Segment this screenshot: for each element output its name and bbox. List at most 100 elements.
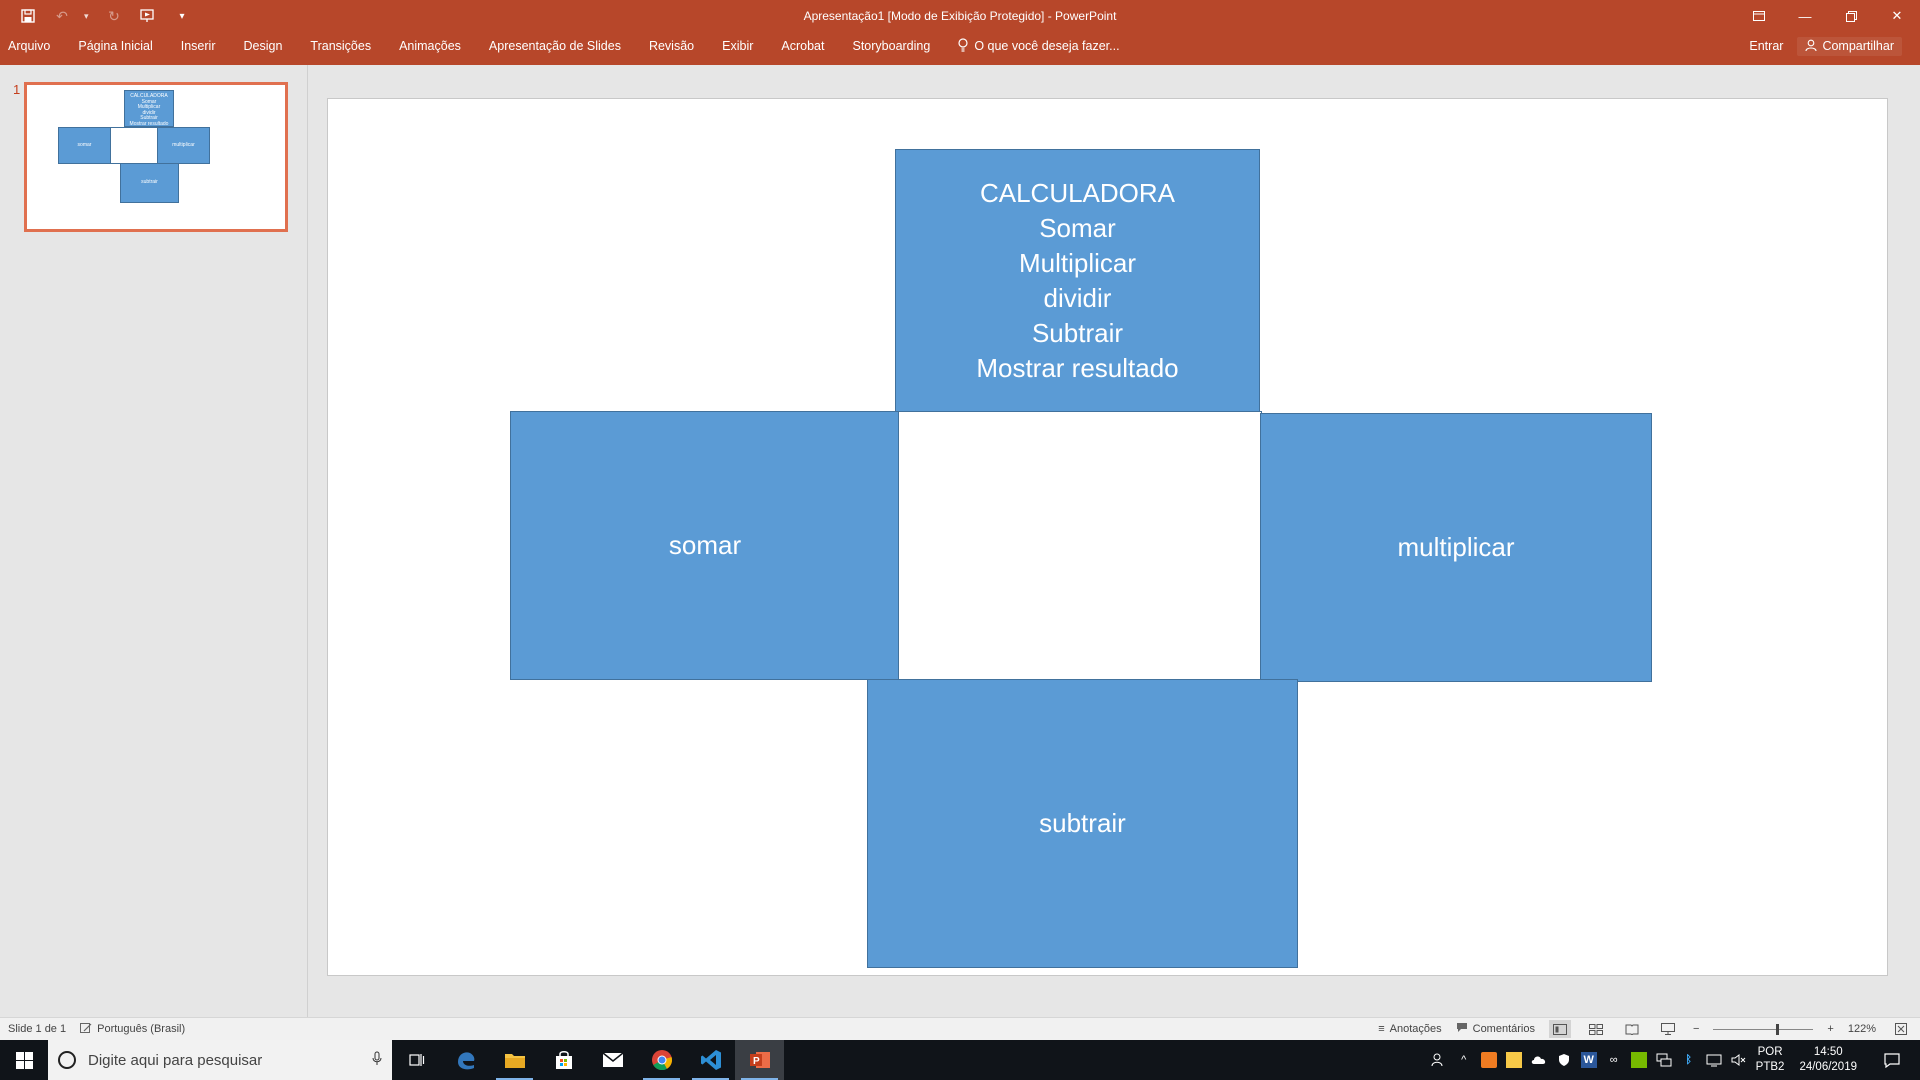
slide-counter: Slide 1 de 1	[8, 1023, 67, 1035]
tab-arquivo[interactable]: Arquivo	[0, 32, 64, 60]
slide-canvas[interactable]: CALCULADORA Somar Multiplicar dividir Su…	[327, 98, 1888, 976]
word-icon[interactable]: W	[1580, 1052, 1597, 1068]
thumbnail-center-box	[110, 127, 158, 164]
onedrive-icon[interactable]	[1531, 1052, 1547, 1068]
zoom-thumb[interactable]	[1776, 1024, 1780, 1035]
powerpoint-icon[interactable]: P	[735, 1040, 784, 1080]
chrome-icon[interactable]	[637, 1040, 686, 1080]
language-label: Português (Brasil)	[97, 1023, 186, 1035]
zoom-in-button[interactable]: +	[1827, 1023, 1833, 1035]
file-explorer-icon[interactable]	[490, 1040, 539, 1080]
thumbnail-text: multiplicar	[172, 141, 195, 148]
bluetooth-icon[interactable]: ᛒ	[1681, 1052, 1697, 1068]
comments-button[interactable]: Comentários	[1456, 1022, 1535, 1036]
present-from-start-icon[interactable]	[136, 4, 160, 28]
somar-label: somar	[668, 530, 742, 560]
undo-dropdown-icon[interactable]: ▾	[84, 11, 92, 22]
tab-pagina-inicial[interactable]: Página Inicial	[64, 32, 166, 60]
restore-icon[interactable]	[1828, 0, 1874, 32]
display-icon[interactable]	[1706, 1052, 1722, 1068]
tab-exibir[interactable]: Exibir	[708, 32, 767, 60]
sticky-notes-icon[interactable]	[1505, 1052, 1522, 1068]
zoom-level[interactable]: 122%	[1848, 1023, 1876, 1035]
subtrair-box[interactable]: subtrair	[867, 679, 1298, 968]
show-hidden-icons-icon[interactable]: ^	[1456, 1052, 1472, 1068]
link-icon[interactable]: ∞	[1606, 1052, 1622, 1068]
volume-muted-icon[interactable]	[1731, 1052, 1747, 1068]
calculator-title-box[interactable]: CALCULADORA Somar Multiplicar dividir Su…	[895, 149, 1260, 412]
taskbar-apps: P	[392, 1040, 784, 1080]
zoom-slider[interactable]	[1713, 1020, 1814, 1038]
zoom-track	[1713, 1029, 1814, 1030]
menu-line-mostrar-resultado: Mostrar resultado	[976, 352, 1179, 383]
cortana-icon	[58, 1051, 76, 1069]
task-view-icon[interactable]	[392, 1040, 441, 1080]
zoom-out-button[interactable]: −	[1693, 1023, 1699, 1035]
thumbnail-text: subtrair	[141, 179, 158, 186]
redo-icon[interactable]: ↻	[102, 4, 126, 28]
vscode-icon[interactable]	[686, 1040, 735, 1080]
people-icon[interactable]	[1431, 1052, 1447, 1068]
minimize-icon[interactable]: —	[1782, 0, 1828, 32]
tab-transicoes[interactable]: Transições	[296, 32, 385, 60]
thumbnail-right-box: multiplicar	[157, 127, 210, 164]
quick-access-toolbar: ↶ ▾ ↻ ▾	[16, 0, 194, 32]
microphone-icon[interactable]	[362, 1051, 392, 1069]
tell-me-box[interactable]: O que você deseja fazer...	[944, 32, 1120, 60]
action-center-icon[interactable]	[1872, 1040, 1912, 1080]
person-icon	[1805, 39, 1817, 54]
notes-button[interactable]: ≡ Anotações	[1378, 1023, 1441, 1035]
taskbar-search-box[interactable]: Digite aqui para pesquisar	[48, 1040, 392, 1080]
clock[interactable]: 14:50 24/06/2019	[1793, 1045, 1863, 1075]
close-icon[interactable]: ✕	[1874, 0, 1920, 32]
title-bar: ↶ ▾ ↻ ▾ Apresentação1 [Modo de Exibição …	[0, 0, 1920, 32]
menu-line-subtrair: Subtrair	[1031, 317, 1124, 348]
nvidia-icon[interactable]	[1630, 1052, 1647, 1068]
normal-view-icon[interactable]	[1548, 1020, 1571, 1038]
status-bar: Slide 1 de 1 Português (Brasil) ≡ Anotaç…	[0, 1017, 1920, 1040]
windows-start-icon[interactable]	[0, 1040, 48, 1080]
store-icon[interactable]	[539, 1040, 588, 1080]
slide-sorter-icon[interactable]	[1585, 1020, 1607, 1038]
comments-label: Comentários	[1472, 1023, 1535, 1035]
svg-text:P: P	[753, 1056, 760, 1067]
reading-view-icon[interactable]	[1621, 1020, 1643, 1038]
share-button[interactable]: Compartilhar	[1797, 36, 1902, 56]
slide-thumbnail[interactable]: CALCULADORA Somar Multiplicar dividir Su…	[24, 82, 288, 232]
customize-qat-icon[interactable]: ▾	[170, 4, 194, 28]
avast-icon[interactable]	[1480, 1052, 1497, 1068]
slideshow-view-icon[interactable]	[1657, 1020, 1679, 1038]
tab-revisao[interactable]: Revisão	[635, 32, 708, 60]
save-icon[interactable]	[16, 4, 40, 28]
multiplicar-box[interactable]: multiplicar	[1260, 413, 1652, 682]
fit-slide-icon[interactable]	[1890, 1020, 1912, 1038]
tab-design[interactable]: Design	[229, 32, 296, 60]
mail-icon[interactable]	[588, 1040, 637, 1080]
window-controls: — ✕	[1736, 0, 1920, 32]
vertical-scrollbar[interactable]	[1906, 65, 1920, 1017]
tab-animacoes[interactable]: Animações	[385, 32, 475, 60]
security-shield-icon[interactable]	[1556, 1052, 1572, 1068]
sign-in-link[interactable]: Entrar	[1749, 39, 1783, 53]
input-language[interactable]: POR PTB2	[1756, 1045, 1785, 1075]
language-indicator[interactable]: Português (Brasil)	[80, 1022, 185, 1037]
multiplicar-label: multiplicar	[1397, 532, 1515, 562]
tab-acrobat[interactable]: Acrobat	[767, 32, 838, 60]
account-area: Entrar Compartilhar	[1749, 32, 1902, 60]
thumbnail-text: somar	[77, 141, 92, 148]
window-title: Apresentação1 [Modo de Exibição Protegid…	[803, 9, 1117, 23]
tab-apresentacao-de-slides[interactable]: Apresentação de Slides	[475, 32, 635, 60]
menu-line-multiplicar: Multiplicar	[1018, 247, 1137, 278]
clock-date: 24/06/2019	[1799, 1061, 1857, 1073]
network-icon[interactable]	[1656, 1052, 1672, 1068]
center-blank-box[interactable]	[898, 411, 1262, 680]
somar-box[interactable]: somar	[510, 411, 900, 680]
notes-icon: ≡	[1378, 1023, 1385, 1035]
tab-storyboarding[interactable]: Storyboarding	[838, 32, 944, 60]
undo-icon[interactable]: ↶	[50, 4, 74, 28]
ribbon: Arquivo Página Inicial Inserir Design Tr…	[0, 32, 1920, 65]
ribbon-display-options-icon[interactable]	[1736, 0, 1782, 32]
tab-inserir[interactable]: Inserir	[167, 32, 230, 60]
language-code: POR	[1757, 1046, 1783, 1058]
edge-icon[interactable]	[441, 1040, 490, 1080]
